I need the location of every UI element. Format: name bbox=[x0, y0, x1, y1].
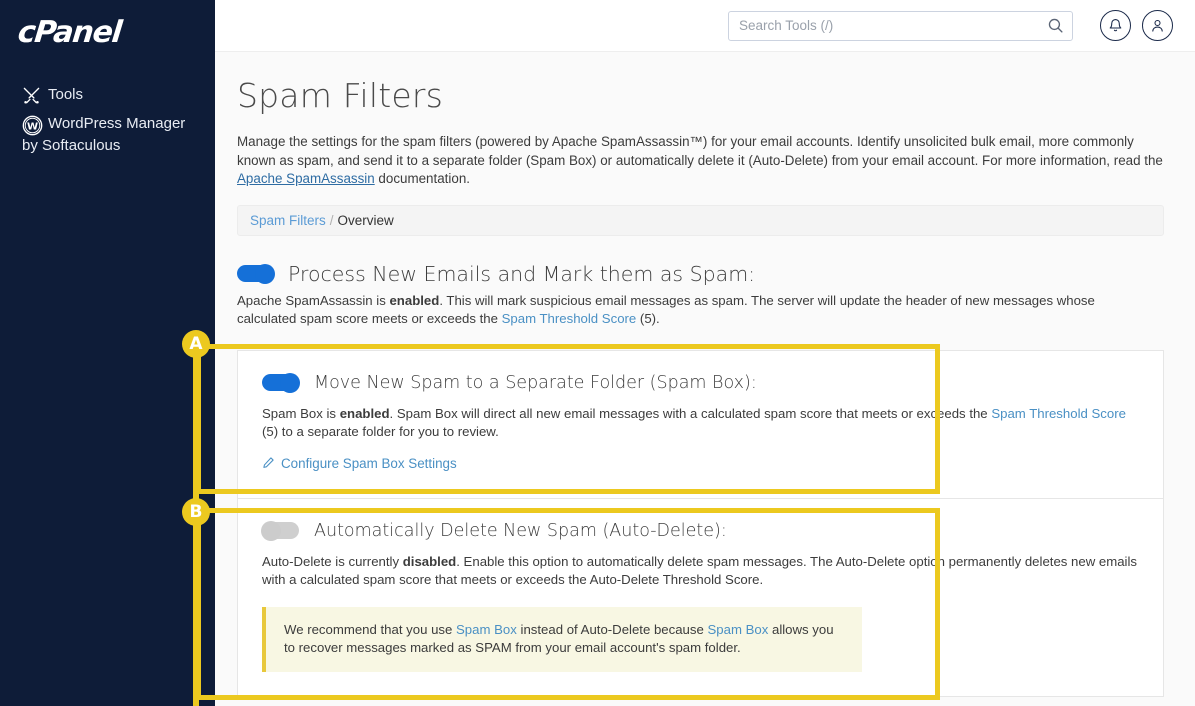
breadcrumb: Spam Filters / Overview bbox=[237, 204, 1164, 236]
sidebar-item-wordpress-sub-text: by Softaculous bbox=[22, 137, 121, 154]
notice-part1: We recommend that you use bbox=[284, 621, 457, 637]
spam-box-status: enabled bbox=[339, 405, 390, 421]
spam-box-toggle[interactable] bbox=[262, 372, 300, 393]
spam-box-link-1[interactable]: Spam Box bbox=[456, 622, 517, 637]
spam-box-desc-part1: Spam Box is bbox=[262, 405, 340, 421]
brand-logo[interactable]: cPanel bbox=[0, 0, 215, 62]
notice-part2: instead of Auto-Delete because bbox=[516, 621, 708, 637]
auto-delete-recommendation-notice: We recommend that you use Spam Box inste… bbox=[262, 606, 862, 672]
sidebar-item-wordpress-manager-label: WordPress Manager bbox=[48, 115, 186, 132]
search-box[interactable] bbox=[728, 10, 1073, 41]
breadcrumb-current: Overview bbox=[337, 212, 394, 228]
toggle-knob bbox=[255, 263, 275, 284]
page-title: Spam Filters bbox=[237, 76, 444, 115]
tools-icon bbox=[22, 86, 48, 105]
spam-box-header: Move New Spam to a Separate Folder (Spam… bbox=[262, 372, 1139, 393]
spam-box-link-2[interactable]: Spam Box bbox=[707, 622, 768, 637]
cpanel-logo-text: cPanel bbox=[16, 15, 123, 50]
content-scroll-area: Spam Filters Manage the settings for the… bbox=[215, 52, 1195, 706]
top-bar bbox=[215, 0, 1195, 52]
search-input[interactable] bbox=[728, 10, 1073, 41]
configure-spam-box-settings-link[interactable]: Configure Spam Box Settings bbox=[262, 456, 457, 472]
breadcrumb-separator: / bbox=[329, 212, 334, 228]
auto-delete-toggle[interactable] bbox=[261, 520, 299, 541]
spam-box-desc-part2: . Spam Box will direct all new email mes… bbox=[389, 405, 992, 421]
notifications-button[interactable] bbox=[1100, 10, 1131, 41]
main-area: Spam Filters Manage the settings for the… bbox=[215, 0, 1195, 706]
cpanel-app: cPanel Tools W WordPress Manager by Soft… bbox=[0, 0, 1195, 706]
page-description-part2: documentation. bbox=[374, 171, 470, 186]
process-new-emails-description: Apache SpamAssassin is enabled. This wil… bbox=[237, 292, 1122, 328]
spam-box-description: Spam Box is enabled. Spam Box will direc… bbox=[262, 405, 1139, 441]
sidebar-item-wordpress-manager[interactable]: W WordPress Manager bbox=[0, 105, 215, 136]
account-button[interactable] bbox=[1142, 10, 1173, 41]
spam-threshold-score-link[interactable]: Spam Threshold Score bbox=[502, 311, 637, 326]
auto-delete-status: disabled bbox=[402, 553, 457, 569]
toggle-knob bbox=[261, 520, 281, 541]
process-new-emails-toggle[interactable] bbox=[237, 263, 275, 284]
auto-delete-desc-part1: Auto-Delete is currently bbox=[262, 553, 403, 569]
svg-text:W: W bbox=[27, 121, 38, 132]
configure-spam-box-settings-label: Configure Spam Box Settings bbox=[281, 456, 457, 471]
auto-delete-header: Automatically Delete New Spam (Auto-Dele… bbox=[261, 520, 1139, 541]
sidebar: cPanel Tools W WordPress Manager by Soft… bbox=[0, 0, 215, 706]
desc-part3: (5). bbox=[636, 310, 660, 326]
sidebar-item-tools[interactable]: Tools bbox=[0, 76, 215, 105]
content-inner: Spam Filters Manage the settings for the… bbox=[215, 52, 1180, 697]
sidebar-item-tools-label: Tools bbox=[48, 86, 84, 103]
process-new-emails-header: Process New Emails and Mark them as Spam… bbox=[237, 262, 1164, 286]
auto-delete-description: Auto-Delete is currently disabled. Enabl… bbox=[262, 553, 1139, 589]
auto-delete-title: Automatically Delete New Spam (Auto-Dele… bbox=[314, 520, 727, 541]
sidebar-item-wordpress-manager-sublabel[interactable]: by Softaculous bbox=[0, 136, 215, 156]
desc-status: enabled bbox=[389, 292, 440, 308]
spam-box-title: Move New Spam to a Separate Folder (Spam… bbox=[314, 372, 757, 393]
process-new-emails-title: Process New Emails and Mark them as Spam… bbox=[288, 261, 756, 286]
desc-part1: Apache SpamAssassin is bbox=[237, 292, 390, 308]
process-new-emails-section: Process New Emails and Mark them as Spam… bbox=[237, 262, 1164, 328]
spam-box-section: Move New Spam to a Separate Folder (Spam… bbox=[237, 349, 1164, 499]
wordpress-icon: W bbox=[22, 115, 48, 136]
apache-spamassassin-link[interactable]: Apache SpamAssassin bbox=[237, 171, 375, 186]
auto-delete-section: Automatically Delete New Spam (Auto-Dele… bbox=[237, 498, 1164, 697]
pencil-icon bbox=[262, 456, 275, 472]
spam-box-desc-part3: (5) to a separate folder for you to revi… bbox=[262, 423, 499, 439]
toggle-knob bbox=[280, 372, 300, 393]
breadcrumb-root[interactable]: Spam Filters bbox=[250, 213, 326, 228]
page-description: Manage the settings for the spam filters… bbox=[237, 133, 1164, 189]
page-description-part1: Manage the settings for the spam filters… bbox=[237, 134, 1163, 168]
spam-threshold-score-link[interactable]: Spam Threshold Score bbox=[991, 406, 1126, 421]
